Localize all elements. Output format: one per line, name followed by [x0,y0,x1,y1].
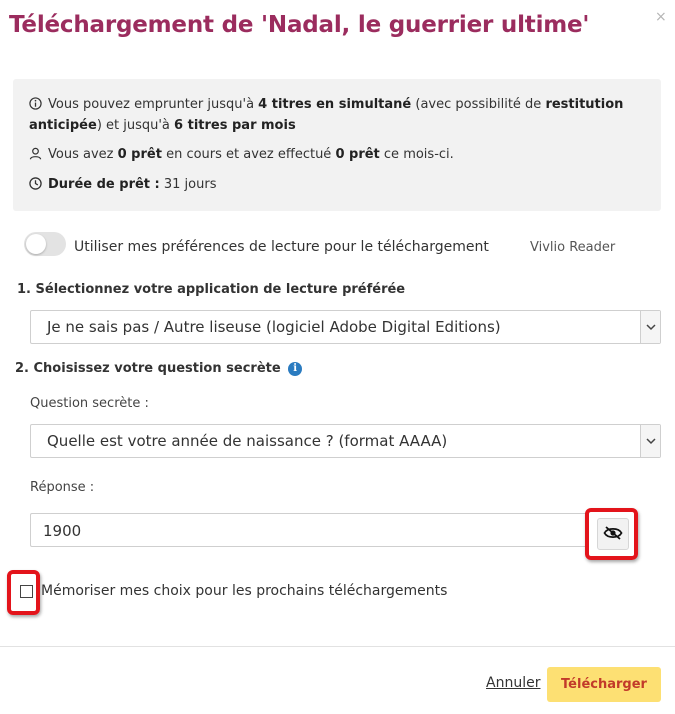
user-icon [29,146,42,167]
reading-app-select[interactable]: Je ne sais pas / Autre liseuse (logiciel… [30,310,661,344]
cancel-button[interactable]: Annuler [486,675,540,691]
remember-choices-checkbox[interactable] [20,585,33,598]
step1-heading: 1. Sélectionnez votre application de lec… [17,282,406,297]
loan-info-box: Vous pouvez emprunter jusqu'à 4 titres e… [13,79,661,211]
loan-limit-info: Vous pouvez emprunter jusqu'à 4 titres e… [29,94,623,117]
dialog-title: Téléchargement de 'Nadal, le guerrier ul… [9,12,590,38]
chevron-down-icon[interactable] [640,311,660,343]
download-button[interactable]: Télécharger [547,667,661,702]
reading-app-selected: Je ne sais pas / Autre liseuse (logiciel… [47,318,501,336]
loan-limit-info-cont: anticipée) et jusqu'à 6 titres par mois [29,118,296,133]
help-info-icon[interactable]: i [288,362,303,376]
preferred-reader-name: Vivlio Reader [530,240,616,255]
toggle-knob [26,234,46,254]
toggle-password-visibility-button[interactable] [597,518,629,550]
remember-choices-label[interactable]: Mémoriser mes choix pour les prochains t… [41,583,447,599]
loan-duration-info: Durée de prêt : 31 jours [29,174,216,197]
answer-input[interactable]: 1900 [30,513,585,547]
clock-icon [29,176,42,197]
current-loans-info: Vous avez 0 prêt en cours et avez effect… [29,144,454,167]
preferences-toggle-label: Utiliser mes préférences de lecture pour… [74,239,489,255]
footer-divider [0,646,675,647]
preferences-toggle[interactable] [24,232,66,256]
answer-label: Réponse : [30,480,95,495]
close-icon[interactable]: × [655,10,667,24]
secret-question-select[interactable]: Quelle est votre année de naissance ? (f… [30,424,661,458]
info-circle-icon [29,96,42,117]
eye-slash-icon [603,525,623,544]
step2-heading: 2. Choisissez votre question secrète i [15,361,303,376]
secret-question-selected: Quelle est votre année de naissance ? (f… [47,432,448,450]
answer-value: 1900 [43,522,82,540]
question-label: Question secrète : [30,396,149,411]
chevron-down-icon[interactable] [640,425,660,457]
